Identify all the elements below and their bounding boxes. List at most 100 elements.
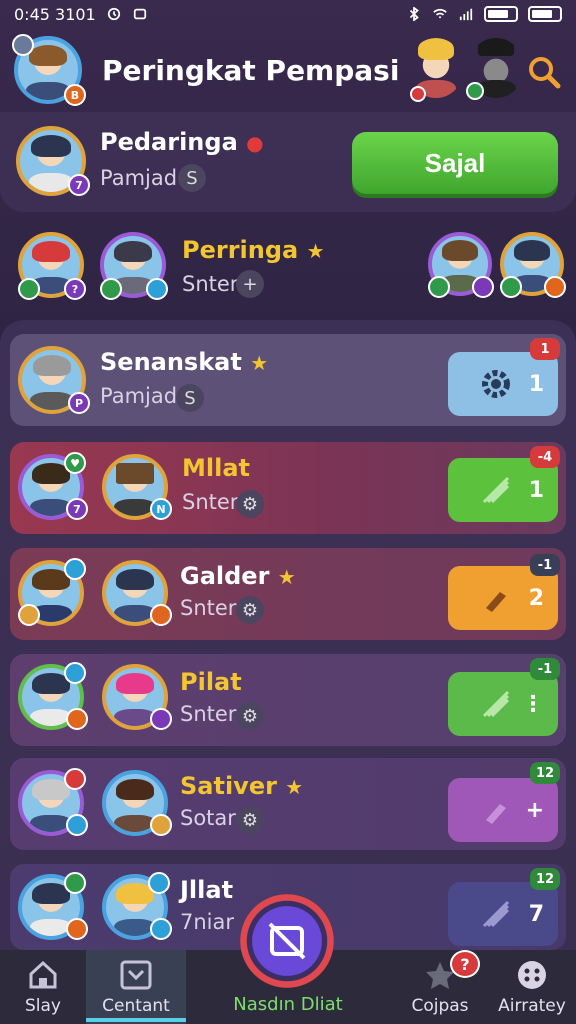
player-avatar[interactable]: ? <box>18 232 86 300</box>
dots-icon <box>518 961 546 989</box>
hammer-icon <box>486 592 506 612</box>
row-avatar[interactable] <box>102 872 172 940</box>
notification-badge: -1 <box>530 658 560 680</box>
badge-icon <box>466 82 484 100</box>
sajal-button[interactable]: Sajal <box>352 132 558 194</box>
bluetooth-icon <box>409 7 419 21</box>
chip-icon: S <box>178 164 206 192</box>
nav-badge: ? <box>450 950 480 978</box>
nav-item-slay[interactable]: Slay <box>0 950 86 1024</box>
hammer-icon <box>486 804 506 824</box>
chip-icon: S <box>176 384 204 412</box>
section-player-name: Perringa ★ <box>182 236 325 264</box>
player-avatar[interactable] <box>500 232 566 298</box>
chevron-box-icon <box>120 960 152 990</box>
notification-badge: 1 <box>530 338 560 360</box>
badge-icon <box>500 276 522 298</box>
row-sub: Snter <box>180 702 237 726</box>
header-avatar[interactable]: B <box>12 34 86 106</box>
badge-icon <box>64 872 86 894</box>
badge-icon <box>150 708 172 730</box>
center-action-button[interactable] <box>240 894 334 988</box>
badge-icon <box>66 814 88 836</box>
nav-label: Cojpas <box>411 996 469 1016</box>
level-badge: 7 <box>68 174 90 196</box>
center-action-icon <box>268 922 306 960</box>
home-icon <box>29 960 57 989</box>
star-icon: ★ <box>277 565 296 589</box>
bird-icon <box>64 558 86 580</box>
settings-button[interactable]: 1 <box>448 352 558 416</box>
page-title: Peringkat Pempasi <box>102 54 400 87</box>
row-sub: Sotar <box>180 806 236 830</box>
badge-icon <box>18 604 40 626</box>
feather-icon <box>482 900 510 928</box>
notification-badge: -4 <box>530 446 560 468</box>
row-avatar[interactable] <box>18 768 88 836</box>
gear-icon: ⚙ <box>236 490 264 518</box>
row-sub: Snter <box>182 490 239 514</box>
badge-icon <box>428 276 450 298</box>
center-action-label: Nasdın Dliat <box>233 994 343 1015</box>
notification-badge: -1 <box>530 554 560 576</box>
row-name: Senanskat ★ <box>100 348 269 376</box>
row-avatar[interactable]: N <box>102 454 172 520</box>
friend-avatar[interactable] <box>466 38 524 100</box>
badge-icon <box>12 34 34 56</box>
badge-icon <box>150 604 172 626</box>
top-player-sub: Pamjad <box>100 166 178 190</box>
badge-icon: N <box>150 498 172 520</box>
row-avatar[interactable] <box>18 558 86 626</box>
feather-icon <box>482 690 510 718</box>
signal-icon <box>459 8 473 21</box>
search-icon[interactable] <box>526 54 562 90</box>
star-icon: ★ <box>285 775 304 799</box>
gear-icon: ⚙ <box>236 702 264 730</box>
badge-icon: B <box>64 84 86 106</box>
badge-icon <box>472 276 494 298</box>
top-player-avatar[interactable]: 7 <box>16 126 90 196</box>
wifi-icon <box>433 8 447 19</box>
badge-icon <box>64 768 86 790</box>
badge-icon <box>150 814 172 836</box>
row-avatar[interactable] <box>102 560 172 626</box>
notification-badge: 12 <box>530 868 561 890</box>
friend-avatar[interactable] <box>408 38 464 102</box>
row-name: Mllat <box>182 454 251 482</box>
nav-item-airratey[interactable]: Airratey <box>488 950 576 1024</box>
row-count: 1 <box>528 477 544 503</box>
row-action-button[interactable]: 7 <box>448 882 558 946</box>
row-avatar[interactable]: ♥ 7 <box>18 452 88 520</box>
player-avatar[interactable] <box>428 232 494 298</box>
row-action-button[interactable]: ⋮ <box>448 672 558 736</box>
feather-icon <box>482 476 510 504</box>
row-sub: 7niar <box>180 910 235 934</box>
battery-icon <box>484 6 518 22</box>
star-icon: ★ <box>250 351 269 375</box>
player-avatar[interactable] <box>100 232 168 300</box>
badge-icon <box>148 872 170 894</box>
badge-icon <box>410 86 426 102</box>
badge-icon <box>66 918 88 940</box>
nav-label: Airratey <box>498 996 566 1016</box>
row-avatar[interactable] <box>18 662 88 730</box>
row-more: ⋮ <box>522 691 544 717</box>
add-icon[interactable]: + <box>236 270 264 298</box>
nav-label: Slay <box>25 996 61 1016</box>
row-avatar[interactable] <box>102 664 172 730</box>
badge-icon <box>146 278 168 300</box>
badge-icon: P <box>68 392 90 414</box>
badge-icon <box>18 278 40 300</box>
badge-icon <box>150 918 172 940</box>
badge-icon <box>100 278 122 300</box>
row-name: Galder ★ <box>180 562 296 590</box>
row-avatar[interactable] <box>18 872 88 940</box>
row-avatar[interactable]: P <box>18 346 90 414</box>
bird-icon <box>64 662 86 684</box>
row-action-button[interactable]: + <box>448 778 558 842</box>
row-avatar[interactable] <box>102 770 172 836</box>
nav-item-centant[interactable]: Centant <box>86 950 186 1024</box>
row-plus: + <box>525 797 544 823</box>
row-name: Jllat <box>180 876 234 904</box>
alarm-icon <box>107 7 120 21</box>
